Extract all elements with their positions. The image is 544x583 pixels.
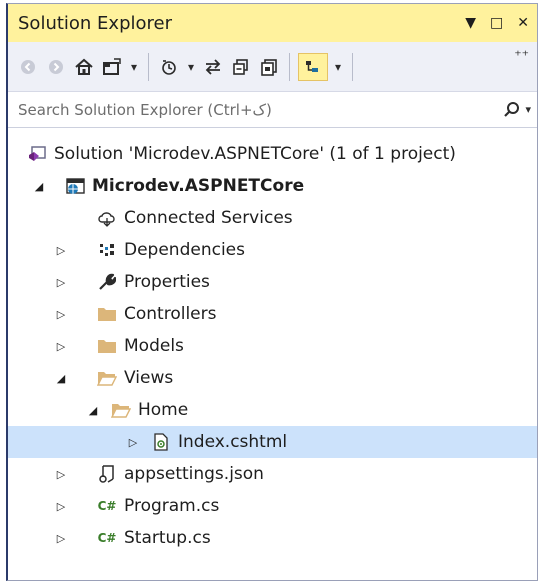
collapse-all-icon[interactable] xyxy=(229,53,253,81)
tree-node-label: Index.cshtml xyxy=(178,432,288,452)
tree-node-startup-cs[interactable]: ▷ C# Startup.cs xyxy=(8,522,537,554)
tree-node-controllers[interactable]: ▷ Controllers xyxy=(8,298,537,330)
tree-node-project[interactable]: ◢ Microdev.ASPNETCore xyxy=(8,170,537,202)
solution-explorer-panel: Solution Explorer ▼ □ ✕ ▾ ▾ ▾ ⁺⁺ Search … xyxy=(6,3,538,581)
csharp-file-icon: C# xyxy=(97,499,117,513)
collapsed-arrow-icon[interactable]: ▷ xyxy=(52,468,70,481)
tree-node-label: Solution 'Microdev.ASPNETCore' (1 of 1 p… xyxy=(54,144,456,164)
back-icon[interactable] xyxy=(16,53,40,81)
tree-node-index-cshtml[interactable]: ▷ Index.cshtml xyxy=(8,426,537,458)
json-file-icon xyxy=(96,464,118,484)
collapsed-arrow-icon[interactable]: ▷ xyxy=(52,340,70,353)
expanded-arrow-icon[interactable]: ◢ xyxy=(52,372,70,385)
preview-selected-icon[interactable] xyxy=(298,52,328,81)
collapsed-arrow-icon[interactable]: ▷ xyxy=(52,244,70,257)
chevron-down-icon[interactable]: ▾ xyxy=(185,53,197,81)
tree-node-label: Startup.cs xyxy=(124,528,211,548)
pending-changes-filter-icon[interactable] xyxy=(157,53,181,81)
collapsed-arrow-icon[interactable]: ▷ xyxy=(52,500,70,513)
tree-node-label: Views xyxy=(124,368,174,388)
wrench-icon xyxy=(96,272,118,292)
folder-icon xyxy=(96,336,118,356)
toolbar-overflow-icon[interactable]: ⁺⁺ xyxy=(514,48,529,64)
tree-node-label: Controllers xyxy=(124,304,217,324)
open-folder-icon xyxy=(110,400,132,420)
cloud-icon xyxy=(96,208,118,228)
sync-icon[interactable] xyxy=(201,53,225,81)
search-icon[interactable]: ▾ xyxy=(503,101,531,119)
collapsed-arrow-icon[interactable]: ▷ xyxy=(124,436,142,449)
tree-node-dependencies[interactable]: ▷ Dependencies xyxy=(8,234,537,266)
maximize-icon[interactable]: □ xyxy=(490,15,503,31)
tree-node-home[interactable]: ◢ Home xyxy=(8,394,537,426)
tree-node-appsettings[interactable]: ▷ appsettings.json xyxy=(8,458,537,490)
tree-node-label: Microdev.ASPNETCore xyxy=(92,176,305,196)
expanded-arrow-icon[interactable]: ◢ xyxy=(30,180,48,193)
dropdown-icon[interactable]: ▼ xyxy=(465,15,476,31)
collapsed-arrow-icon[interactable]: ▷ xyxy=(52,276,70,289)
solution-icon xyxy=(26,144,48,164)
tree-node-models[interactable]: ▷ Models xyxy=(8,330,537,362)
tree-node-label: Connected Services xyxy=(124,208,293,228)
tree-node-label: Models xyxy=(124,336,184,356)
tree-node-program-cs[interactable]: ▷ C# Program.cs xyxy=(8,490,537,522)
toolbar-separator xyxy=(289,52,290,81)
tree-node-views[interactable]: ◢ Views xyxy=(8,362,537,394)
toolbar-separator xyxy=(148,52,149,81)
web-project-icon xyxy=(64,176,86,196)
chevron-down-icon[interactable]: ▾ xyxy=(525,103,531,116)
forward-icon[interactable] xyxy=(44,53,68,81)
csharp-file-icon: C# xyxy=(97,531,117,545)
collapsed-arrow-icon[interactable]: ▷ xyxy=(52,308,70,321)
window-controls: ▼ □ ✕ xyxy=(465,15,529,31)
open-folder-icon xyxy=(96,368,118,388)
switch-views-icon[interactable] xyxy=(100,53,124,81)
razor-file-icon xyxy=(150,432,172,452)
tree-node-label: Home xyxy=(138,400,189,420)
folder-icon xyxy=(96,304,118,324)
show-all-files-icon[interactable] xyxy=(257,53,281,81)
tree-node-solution[interactable]: Solution 'Microdev.ASPNETCore' (1 of 1 p… xyxy=(8,138,537,170)
home-icon[interactable] xyxy=(72,53,96,81)
tree-node-label: Program.cs xyxy=(124,496,220,516)
toolbar-separator xyxy=(352,52,353,81)
tree-node-properties[interactable]: ▷ Properties xyxy=(8,266,537,298)
dependencies-icon xyxy=(96,240,118,260)
search-bar: ▾ xyxy=(8,92,537,128)
title-bar: Solution Explorer ▼ □ ✕ xyxy=(8,4,537,42)
close-icon[interactable]: ✕ xyxy=(517,15,529,31)
tree-node-label: appsettings.json xyxy=(124,464,264,484)
window-title: Solution Explorer xyxy=(18,12,172,34)
tree-node-label: Properties xyxy=(124,272,210,292)
collapsed-arrow-icon[interactable]: ▷ xyxy=(52,532,70,545)
tree-node-connected-services[interactable]: Connected Services xyxy=(8,202,537,234)
chevron-down-icon[interactable]: ▾ xyxy=(332,53,344,81)
chevron-down-icon[interactable]: ▾ xyxy=(128,53,140,81)
tree-node-label: Dependencies xyxy=(124,240,245,260)
search-input[interactable] xyxy=(16,99,504,120)
expanded-arrow-icon[interactable]: ◢ xyxy=(84,404,102,417)
solution-tree: Solution 'Microdev.ASPNETCore' (1 of 1 p… xyxy=(8,128,537,554)
toolbar: ▾ ▾ ▾ ⁺⁺ xyxy=(8,42,537,92)
